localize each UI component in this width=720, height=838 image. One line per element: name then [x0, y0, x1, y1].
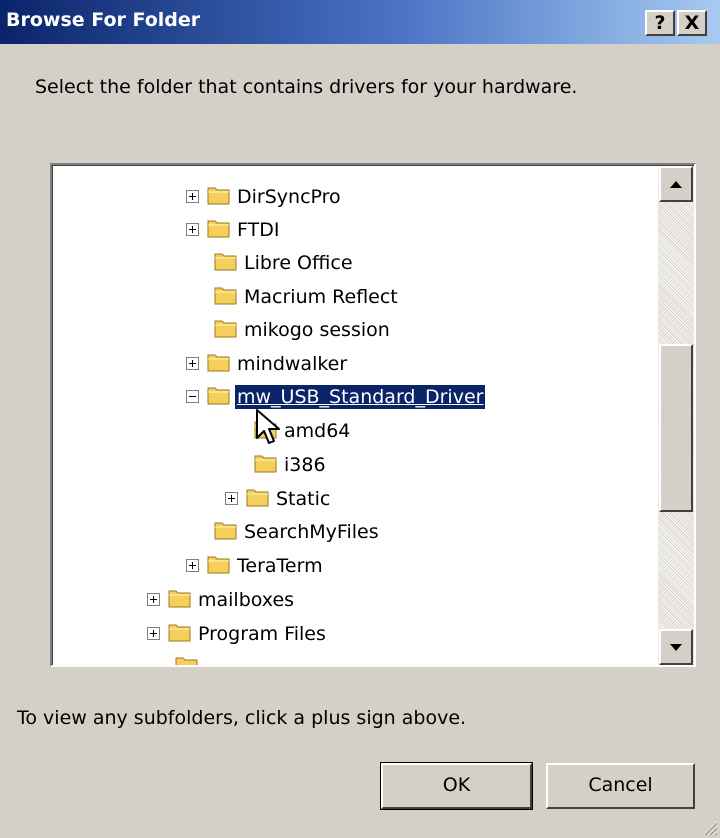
- folder-icon: [168, 590, 191, 608]
- scroll-up-button[interactable]: [659, 166, 693, 202]
- scroll-up-arrow-icon: [670, 181, 682, 188]
- tree-item-label: Macrium Reflect: [244, 286, 398, 308]
- browse-for-folder-dialog: Browse For Folder ? X Select the folder …: [0, 0, 720, 838]
- cancel-button[interactable]: Cancel: [546, 763, 695, 809]
- tree-item-label-selected: mw_USB_Standard_Driver: [233, 384, 487, 410]
- tree-item-label: FTDI: [237, 219, 280, 241]
- folder-tree-viewport: DirSyncPro FTDI Libre Office Macrium Ref…: [52, 165, 694, 665]
- tree-item-label: Libre Office: [244, 252, 353, 274]
- folder-icon: [214, 320, 237, 338]
- help-button[interactable]: ?: [645, 10, 675, 36]
- tree-item-label: mailboxes: [198, 589, 295, 611]
- vertical-scrollbar[interactable]: [658, 166, 694, 665]
- resize-grip-icon[interactable]: [698, 816, 718, 836]
- tree-item-label: DirSyncPro: [237, 186, 341, 208]
- folder-icon: [207, 354, 230, 372]
- title-bar[interactable]: Browse For Folder ? X: [0, 0, 720, 44]
- folder-tree[interactable]: DirSyncPro FTDI Libre Office Macrium Ref…: [50, 163, 696, 667]
- folder-icon: [214, 253, 237, 271]
- tree-item-label: mindwalker: [237, 353, 348, 375]
- expand-plus-icon[interactable]: [186, 223, 199, 236]
- folder-icon: [214, 522, 237, 540]
- folder-icon: [207, 556, 230, 574]
- tree-item-label: i386: [284, 454, 326, 476]
- folder-icon: [207, 187, 230, 205]
- folder-icon: [207, 220, 230, 238]
- expand-plus-icon[interactable]: [147, 593, 160, 606]
- tree-item-label: TeraTerm: [237, 555, 323, 577]
- folder-icon: [254, 455, 277, 473]
- hint-text: To view any subfolders, click a plus sig…: [17, 707, 467, 729]
- tree-item-label: mikogo session: [244, 319, 390, 341]
- folder-icon: [168, 624, 191, 642]
- tree-item-label: Program Files: [198, 623, 326, 645]
- scroll-down-button[interactable]: [659, 629, 693, 665]
- instruction-text: Select the folder that contains drivers …: [35, 76, 578, 98]
- expand-plus-icon[interactable]: [186, 357, 199, 370]
- ok-button[interactable]: OK: [380, 762, 533, 810]
- expand-plus-icon[interactable]: [225, 492, 238, 505]
- close-icon: X: [684, 12, 700, 34]
- folder-icon: [207, 387, 230, 405]
- folder-icon: [246, 489, 269, 507]
- scroll-down-arrow-icon: [670, 644, 682, 651]
- window-title: Browse For Folder: [6, 9, 201, 31]
- mouse-cursor-icon: [256, 409, 280, 444]
- expand-plus-icon[interactable]: [186, 559, 199, 572]
- folder-icon: [214, 287, 237, 305]
- help-icon: ?: [654, 12, 666, 34]
- expand-plus-icon[interactable]: [147, 627, 160, 640]
- expand-plus-icon[interactable]: [186, 190, 199, 203]
- tree-item-label: Static: [276, 488, 331, 510]
- collapse-minus-icon[interactable]: [186, 390, 199, 403]
- tree-item-label: amd64: [284, 420, 351, 442]
- close-button[interactable]: X: [677, 10, 707, 36]
- tree-item-label: SearchMyFiles: [244, 521, 379, 543]
- folder-icon: [175, 657, 198, 665]
- scroll-thumb[interactable]: [659, 344, 693, 512]
